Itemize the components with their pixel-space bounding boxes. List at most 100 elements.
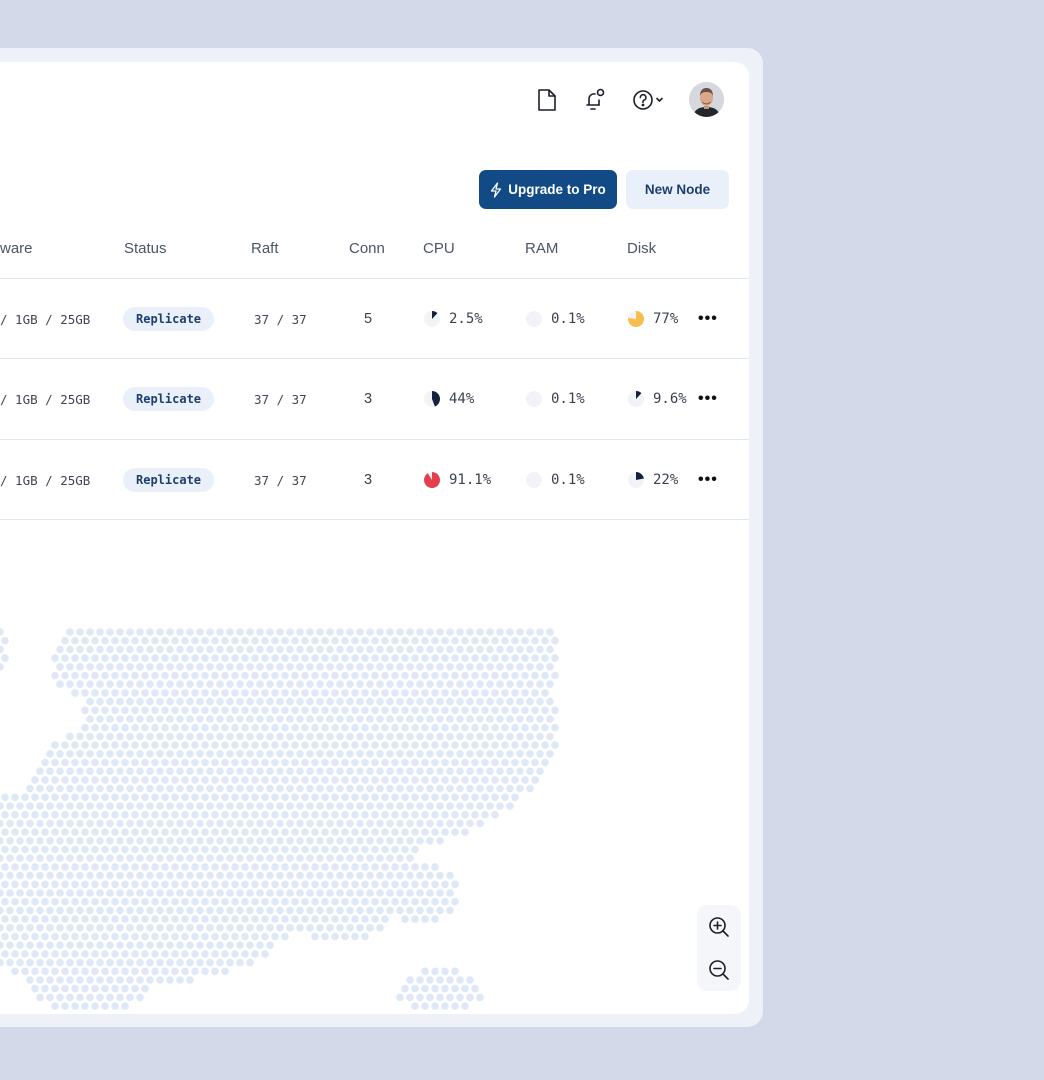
avatar[interactable] [689, 82, 724, 117]
map-dot [356, 663, 364, 671]
table-row[interactable]: / 1GB / 25GB Replicate 37 / 37 3 91.1% 0… [0, 440, 749, 520]
zoom-out-icon[interactable] [697, 948, 741, 991]
map-dot [456, 732, 464, 741]
map-dot [456, 819, 464, 828]
dotted-world-map[interactable] [0, 522, 749, 1014]
column-header-conn[interactable]: Conn [349, 240, 385, 257]
map-dot [21, 880, 29, 889]
map-dot [41, 793, 49, 802]
map-dot [91, 897, 99, 906]
map-dot [341, 758, 349, 767]
map-dot [336, 784, 344, 793]
column-header-ram[interactable]: RAM [525, 240, 558, 257]
map-dot [451, 810, 459, 819]
map-dot [381, 636, 389, 645]
map-dot [451, 897, 459, 906]
map-dot [331, 880, 339, 889]
column-header-hardware[interactable]: ware [0, 240, 33, 257]
map-dot [176, 715, 184, 723]
map-dot [101, 776, 109, 784]
map-dot [476, 697, 484, 706]
map-dot [66, 837, 74, 845]
map-dot [421, 636, 429, 645]
map-dot [96, 645, 104, 654]
map-dot [451, 671, 459, 680]
map-dot [396, 871, 404, 880]
map-dot [316, 924, 324, 932]
map-dot [536, 697, 544, 706]
map-dot [206, 732, 214, 741]
map-dot [381, 793, 389, 802]
map-dot [436, 871, 444, 880]
map-dot [356, 924, 364, 932]
upgrade-to-pro-button[interactable]: Upgrade to Pro [479, 170, 617, 209]
map-dot [71, 689, 79, 697]
map-dot [236, 784, 244, 793]
map-dot [71, 810, 79, 819]
column-header-disk[interactable]: Disk [627, 240, 656, 257]
map-dot [301, 828, 309, 836]
map-dot [371, 845, 379, 854]
map-dot [161, 810, 169, 819]
column-header-cpu[interactable]: CPU [423, 240, 455, 257]
map-dot [216, 697, 224, 706]
map-dot [286, 663, 294, 671]
map-dot [96, 680, 104, 688]
map-dot [221, 636, 229, 645]
map-dot [206, 697, 214, 706]
map-dot [451, 654, 459, 662]
map-dot [106, 628, 114, 636]
map-dot [246, 680, 254, 688]
map-dot [21, 950, 29, 958]
map-dot [471, 723, 479, 732]
map-dot [1, 845, 9, 854]
table-row[interactable]: / 1GB / 25GB Replicate 37 / 37 5 2.5% 0.… [0, 279, 749, 359]
map-dot [391, 880, 399, 889]
map-dot [261, 706, 269, 715]
map-dot [56, 767, 64, 775]
map-dot [116, 680, 124, 688]
map-dot [356, 697, 364, 706]
map-dot [476, 819, 484, 828]
map-dot [171, 689, 179, 697]
map-dot [136, 732, 144, 741]
map-dot [46, 819, 54, 828]
map-dot [151, 758, 159, 767]
row-actions-button[interactable]: ••• [698, 440, 718, 520]
map-dot [291, 654, 299, 662]
document-icon[interactable] [535, 86, 559, 114]
map-dot [376, 628, 384, 636]
map-dot [551, 741, 559, 749]
map-dot [296, 767, 304, 775]
map-dot [191, 863, 199, 871]
map-dot [371, 689, 379, 697]
map-dot [196, 767, 204, 775]
bell-icon[interactable] [582, 86, 608, 114]
column-header-raft[interactable]: Raft [251, 240, 279, 257]
map-dot [236, 906, 244, 915]
map-dot [241, 950, 249, 958]
map-dot [396, 663, 404, 671]
map-dot [0, 941, 4, 949]
map-dot [0, 837, 4, 845]
map-dot [41, 932, 49, 941]
map-dot [261, 810, 269, 819]
new-node-button[interactable]: New Node [626, 170, 729, 209]
map-dot [411, 671, 419, 680]
map-dot [91, 950, 99, 958]
row-actions-button[interactable]: ••• [698, 359, 718, 439]
map-dot [241, 810, 249, 819]
help-circle-icon[interactable] [631, 86, 667, 114]
map-dot [356, 750, 364, 758]
map-dot [151, 706, 159, 715]
row-actions-button[interactable]: ••• [698, 279, 718, 359]
table-row[interactable]: / 1GB / 25GB Replicate 37 / 37 3 44% 0.1… [0, 359, 749, 439]
map-dot [266, 889, 274, 897]
column-header-status[interactable]: Status [124, 240, 167, 257]
map-dot [201, 758, 209, 767]
map-dot [441, 723, 449, 732]
map-dot [221, 967, 229, 976]
map-dot [156, 750, 164, 758]
zoom-in-icon[interactable] [697, 905, 741, 948]
map-dot [86, 802, 94, 810]
